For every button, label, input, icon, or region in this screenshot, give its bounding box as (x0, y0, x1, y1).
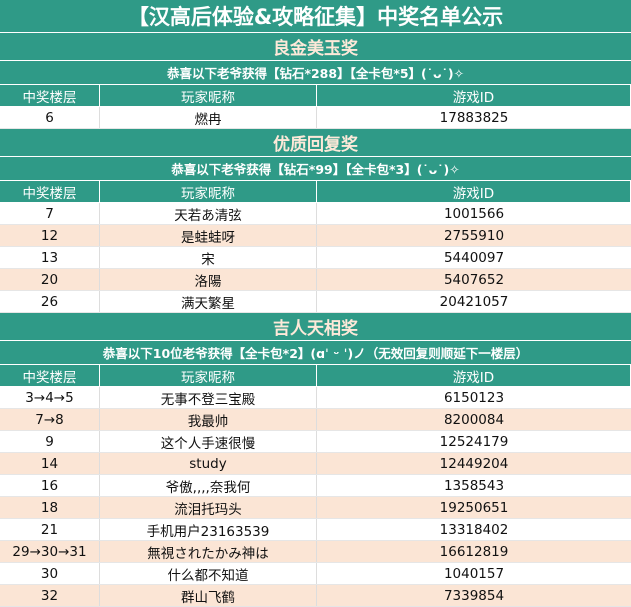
game-id-cell: 5440097 (443, 249, 505, 266)
floor-cell: 7→8 (0, 409, 100, 430)
floor-cell: 13 (0, 247, 100, 268)
table-row: 18 流泪托玛头 19250651 (0, 497, 631, 519)
nickname-cell: 无事不登三宝殿 (100, 387, 317, 408)
table-row: 26 满天繁星 20421057 (0, 291, 631, 313)
floor-cell: 6 (0, 107, 100, 128)
game-id-cell: 1001566 (443, 205, 505, 222)
table-row: 30 什么都不知道 1040157 (0, 563, 631, 585)
prize-list-sheet: 【汉高后体验&攻略征集】中奖名单公示 良金美玉奖 恭喜以下老爷获得【钻石*288】… (0, 0, 631, 607)
column-header: 游戏ID (317, 85, 631, 106)
page-title: 【汉高后体验&攻略征集】中奖名单公示 (0, 0, 631, 33)
nickname-cell: 洛陽 (100, 269, 317, 290)
floor-cell: 12 (0, 225, 100, 246)
floor-cell: 20 (0, 269, 100, 290)
nickname-cell: 是蛙蛙呀 (100, 225, 317, 246)
table-row: 6 燃冉 17883825 (0, 107, 631, 129)
table-row: 3→4→5 无事不登三宝殿 6150123 (0, 387, 631, 409)
game-id-cell: 1358543 (443, 477, 505, 494)
floor-cell: 14 (0, 453, 100, 474)
table-row: 16 爷傲,,,,奈我何 1358543 (0, 475, 631, 497)
game-id-cell: 5407652 (443, 271, 505, 288)
game-id-cell: 16612819 (439, 543, 509, 560)
nickname-cell: 群山飞鹤 (100, 585, 317, 606)
nickname-cell: 这个人手速很慢 (100, 431, 317, 452)
floor-cell: 3→4→5 (0, 387, 100, 408)
nickname-cell: 流泪托玛头 (100, 497, 317, 518)
game-id-cell: 6150123 (443, 389, 505, 406)
nickname-cell: 满天繁星 (100, 291, 317, 312)
floor-cell: 32 (0, 585, 100, 606)
nickname-cell: 爷傲,,,,奈我何 (100, 475, 317, 496)
game-id-cell: 2755910 (443, 227, 505, 244)
floor-cell: 7 (0, 203, 100, 224)
column-header: 游戏ID (317, 181, 631, 202)
column-header: 中奖楼层 (0, 365, 100, 386)
sections-container: 良金美玉奖 恭喜以下老爷获得【钻石*288】【全卡包*5】(˙ᴗ˙)✧ 中奖楼层 玩家… (0, 33, 631, 607)
section-title: 良金美玉奖 (0, 33, 631, 61)
floor-cell: 9 (0, 431, 100, 452)
section-title: 优质回复奖 (0, 129, 631, 157)
game-id-cell: 12524179 (439, 433, 509, 450)
nickname-cell: 宋 (100, 247, 317, 268)
section-subtitle: 恭喜以下老爷获得【钻石*99】【全卡包*3】(˙ᴗ˙)✧ (0, 157, 631, 181)
game-id-cell: 20421057 (439, 293, 509, 310)
section-title: 吉人天相奖 (0, 313, 631, 341)
nickname-cell: study (100, 453, 317, 474)
game-id-cell: 8200084 (443, 411, 505, 428)
column-header: 游戏ID (317, 365, 631, 386)
floor-cell: 21 (0, 519, 100, 540)
table-row: 7→8 我最帅 8200084 (0, 409, 631, 431)
table-row: 21 手机用户23163539 13318402 (0, 519, 631, 541)
floor-cell: 30 (0, 563, 100, 584)
nickname-cell: 手机用户23163539 (100, 519, 317, 540)
game-id-cell: 19250651 (439, 499, 509, 516)
nickname-cell: 我最帅 (100, 409, 317, 430)
game-id-cell: 1040157 (443, 565, 505, 582)
nickname-cell: 無視されたかみ神は (100, 541, 317, 562)
table-header: 中奖楼层 玩家昵称 游戏ID (0, 181, 631, 203)
table-row: 12 是蛙蛙呀 2755910 (0, 225, 631, 247)
game-id-cell: 7339854 (443, 587, 505, 604)
floor-cell: 16 (0, 475, 100, 496)
section-subtitle: 恭喜以下老爷获得【钻石*288】【全卡包*5】(˙ᴗ˙)✧ (0, 61, 631, 85)
nickname-cell: 天若あ清弦 (100, 203, 317, 224)
table-header: 中奖楼层 玩家昵称 游戏ID (0, 85, 631, 107)
floor-cell: 29→30→31 (0, 541, 100, 562)
table-row: 29→30→31 無視されたかみ神は 16612819 (0, 541, 631, 563)
nickname-cell: 什么都不知道 (100, 563, 317, 584)
nickname-cell: 燃冉 (100, 107, 317, 128)
floor-cell: 26 (0, 291, 100, 312)
floor-cell: 18 (0, 497, 100, 518)
table-row: 32 群山飞鹤 7339854 (0, 585, 631, 607)
table-row: 14 study 12449204 (0, 453, 631, 475)
column-header: 玩家昵称 (100, 85, 317, 106)
column-header: 玩家昵称 (100, 181, 317, 202)
table-row: 7 天若あ清弦 1001566 (0, 203, 631, 225)
game-id-cell: 17883825 (439, 109, 509, 126)
section-subtitle: 恭喜以下10位老爷获得【全卡包*2】(ɑˈ ᵕ ˈ)ノ（无效回复则顺延下一楼层） (0, 341, 631, 365)
game-id-cell: 13318402 (439, 521, 509, 538)
table-header: 中奖楼层 玩家昵称 游戏ID (0, 365, 631, 387)
column-header: 中奖楼层 (0, 181, 100, 202)
column-header: 玩家昵称 (100, 365, 317, 386)
table-row: 9 这个人手速很慢 12524179 (0, 431, 631, 453)
column-header: 中奖楼层 (0, 85, 100, 106)
table-row: 13 宋 5440097 (0, 247, 631, 269)
table-row: 20 洛陽 5407652 (0, 269, 631, 291)
game-id-cell: 12449204 (439, 455, 509, 472)
